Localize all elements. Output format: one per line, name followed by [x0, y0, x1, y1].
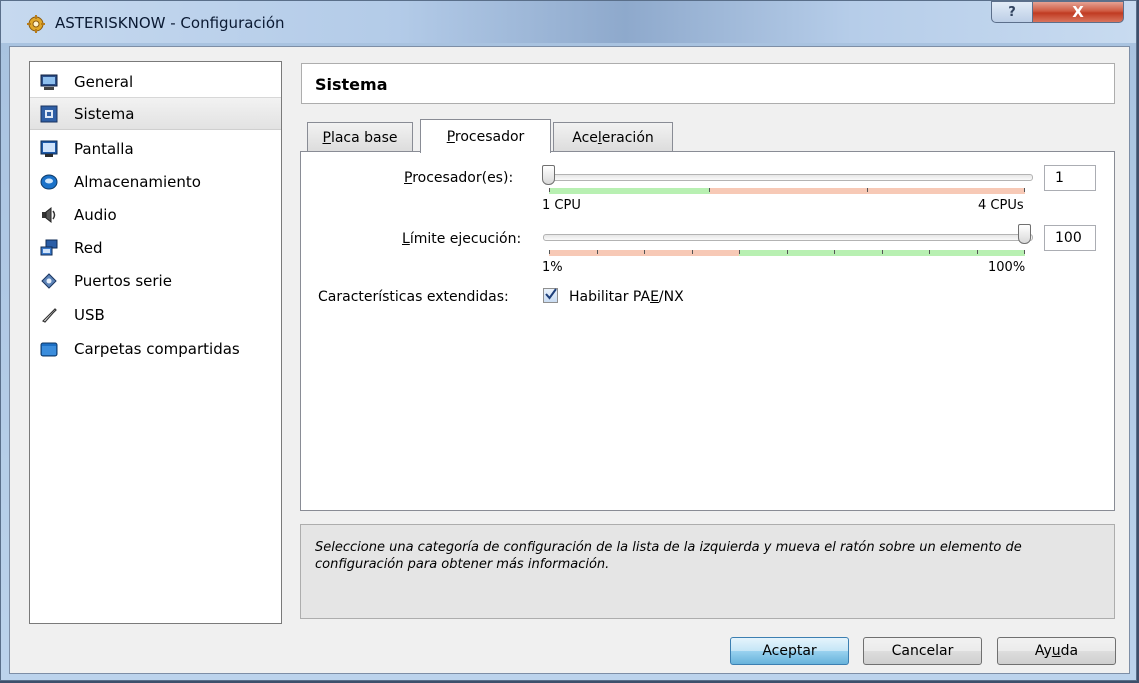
cpu-count-label: Procesador(es): [404, 170, 514, 186]
close-button[interactable]: X [1032, 1, 1124, 23]
sidebar-item-label: Audio [74, 205, 117, 224]
sidebar-item-almacenamiento[interactable]: Almacenamiento [30, 165, 281, 198]
sidebar-item-general[interactable]: General [30, 65, 281, 98]
pae-nx-label[interactable]: Habilitar PAE/NX [569, 289, 684, 305]
sidebar-item-label: USB [74, 305, 105, 324]
sidebar-item-usb[interactable]: USB [30, 298, 281, 331]
cap-tick [834, 250, 835, 254]
sidebar-item-sistema[interactable]: Sistema [30, 97, 281, 130]
cpu-tick [1024, 188, 1025, 192]
sidebar-item-label: Red [74, 238, 103, 257]
cpu-slider-track[interactable] [543, 174, 1033, 181]
sidebar-item-label: Puertos serie [74, 271, 172, 290]
category-list[interactable]: General Sistema Pantalla Almacenamiento … [29, 61, 282, 624]
speaker-icon [40, 206, 58, 224]
pae-nx-checkbox[interactable] [543, 287, 558, 304]
cpu-range-ok [549, 188, 710, 194]
execution-cap-spinbox[interactable]: 100 [1044, 225, 1096, 251]
sidebar-item-label: Pantalla [74, 139, 134, 158]
sidebar-item-label: Almacenamiento [74, 172, 201, 191]
execution-cap-slider-track[interactable] [543, 234, 1033, 241]
cpu-tick [709, 188, 710, 192]
help-info-box: Seleccione una categoría de configuració… [300, 524, 1115, 619]
tab-placa-base[interactable]: Placa base [307, 122, 413, 153]
cap-tick [739, 250, 740, 254]
display-icon [40, 140, 58, 158]
cpu-min-label: 1 CPU [542, 198, 581, 213]
tab-procesador[interactable]: Procesador [420, 119, 551, 153]
sidebar-item-label: Sistema [74, 104, 135, 123]
sidebar-item-pantalla[interactable]: Pantalla [30, 132, 281, 165]
sidebar-item-label: Carpetas compartidas [74, 339, 240, 358]
cpu-max-label: 4 CPUs [978, 198, 1024, 213]
cpu-tick [867, 188, 868, 192]
disk-icon [40, 173, 58, 191]
cap-tick [549, 250, 550, 254]
section-header: Sistema [301, 63, 1115, 104]
title-bar[interactable]: ASTERISKNOW - Configuración ? X [1, 1, 1136, 43]
serial-port-icon [40, 272, 58, 290]
cap-tick [644, 250, 645, 254]
button-label: Aceptar [762, 643, 817, 659]
cap-tick [691, 250, 693, 254]
cpu-count-spinbox[interactable]: 1 [1044, 165, 1096, 191]
cap-tick [976, 250, 978, 254]
network-icon [40, 239, 58, 257]
window-title: ASTERISKNOW - Configuración [55, 14, 285, 32]
tab-label: Placa base [322, 130, 398, 146]
sidebar-item-puertos-serie[interactable]: Puertos serie [30, 264, 281, 297]
sidebar-item-carpetas-compartidas[interactable]: Carpetas compartidas [30, 332, 281, 365]
close-icon: X [1072, 3, 1084, 21]
tab-aceleracion[interactable]: Aceleración [553, 122, 673, 153]
cap-tick [1024, 250, 1025, 254]
extended-features-label: Características extendidas: [318, 289, 509, 305]
cancel-button[interactable]: Cancelar [863, 637, 982, 665]
execution-cap-label: Límite ejecución: [402, 231, 522, 247]
folder-icon [40, 340, 58, 358]
help-title-button[interactable]: ? [991, 1, 1033, 23]
tab-label: Aceleración [572, 130, 654, 146]
cap-tick [596, 250, 598, 254]
button-label: Ayuda [1034, 643, 1079, 659]
chip-icon [40, 105, 58, 123]
cap-max-label: 100% [988, 260, 1026, 275]
page-title: Sistema [315, 75, 388, 94]
cpu-slider-thumb[interactable] [542, 165, 555, 185]
settings-window: ASTERISKNOW - Configuración ? X General … [0, 0, 1137, 681]
cpu-tick [549, 188, 550, 192]
cap-tick [881, 250, 883, 254]
tab-label: Procesador [446, 128, 525, 145]
cap-tick [929, 250, 930, 254]
sidebar-item-label: General [74, 72, 134, 91]
help-glyph: ? [1008, 4, 1016, 20]
sidebar-item-audio[interactable]: Audio [30, 198, 281, 231]
monitor-icon [40, 73, 58, 91]
help-button[interactable]: Ayuda [997, 637, 1116, 665]
cap-tick [786, 250, 788, 254]
button-label: Cancelar [891, 643, 954, 659]
cap-min-label: 1% [542, 260, 563, 275]
sidebar-item-red[interactable]: Red [30, 231, 281, 264]
ok-button[interactable]: Aceptar [730, 637, 849, 665]
checkmark-icon [544, 287, 557, 304]
gear-icon [27, 15, 45, 33]
usb-icon [40, 306, 58, 324]
info-text: Seleccione una categoría de configuració… [315, 540, 1022, 572]
execution-cap-slider-thumb[interactable] [1018, 224, 1031, 244]
